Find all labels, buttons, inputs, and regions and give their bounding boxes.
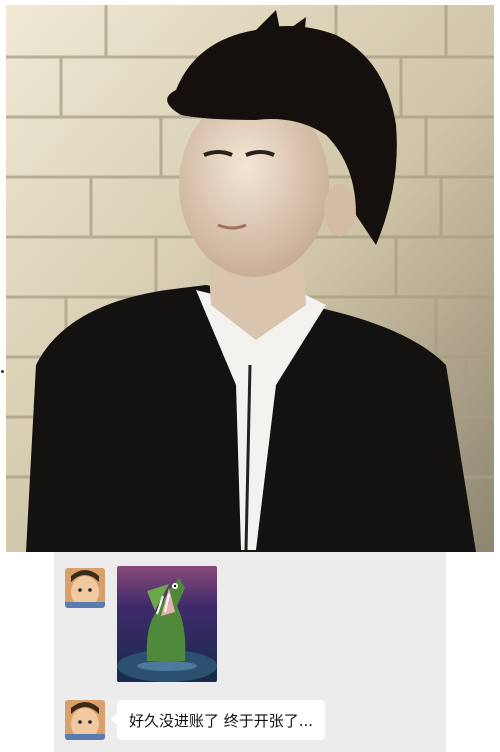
message-text: 好久没进账了 终于开张了... <box>129 711 314 730</box>
brick-wall-portrait-image <box>6 5 494 552</box>
crocodile-sticker-icon[interactable] <box>117 566 217 682</box>
stray-dot <box>1 370 4 373</box>
baby-avatar-icon[interactable] <box>65 700 105 740</box>
message-bubble[interactable]: 好久没进账了 终于开张了... <box>110 700 326 740</box>
portrait-photo <box>6 5 494 552</box>
baby-avatar-icon[interactable] <box>65 568 105 608</box>
chat-panel: 好久没进账了 终于开张了... <box>54 552 446 752</box>
